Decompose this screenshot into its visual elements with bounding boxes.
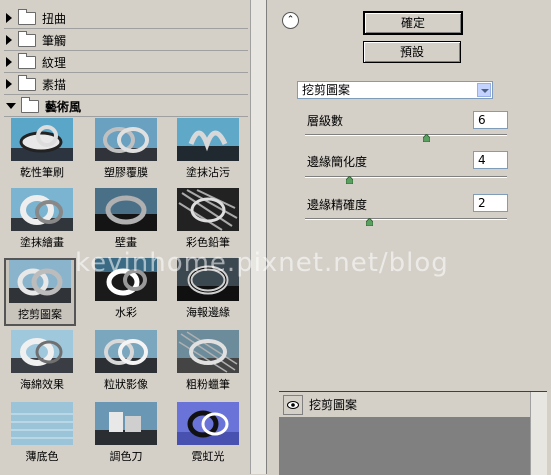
filter-thumbnail — [177, 118, 239, 161]
folder-icon — [18, 52, 36, 69]
collapse-gallery-button[interactable]: ⌃ — [282, 12, 299, 29]
param-label-levels: 層級數 — [307, 114, 344, 128]
filter-label: 薄底色 — [25, 450, 59, 463]
category-distort[interactable]: 扭曲 — [4, 8, 248, 29]
filter-neon-glow[interactable]: 霓虹光 — [172, 402, 244, 470]
filter-label: 塗抹沾污 — [186, 166, 230, 179]
expand-arrow-icon[interactable] — [6, 13, 12, 23]
filter-thumbnail — [177, 188, 239, 231]
param-label-edge-simplicity: 邊緣簡化度 — [307, 155, 368, 169]
filter-thumbnail — [95, 402, 157, 445]
edge-fidelity-field[interactable]: 2 — [473, 194, 508, 212]
param-label-edge-fidelity: 邊緣精確度 — [307, 198, 368, 212]
filter-label: 海報邊緣 — [186, 306, 230, 319]
effect-layer-row[interactable]: 挖剪圖案 — [279, 392, 531, 418]
filter-palette-knife[interactable]: 調色刀 — [90, 402, 162, 470]
filter-sponge[interactable]: 海綿效果 — [6, 330, 78, 398]
reset-button[interactable]: 預設 — [363, 41, 461, 63]
filter-gallery-panel: 扭曲 筆觸 紋理 素描 藝術風 乾性筆刷 塑膠覆膜 塗抹沾污 塗抹繪畫 壁畫 彩… — [0, 0, 267, 474]
category-brush-strokes[interactable]: 筆觸 — [4, 30, 248, 51]
filter-dry-brush[interactable]: 乾性筆刷 — [6, 118, 78, 186]
ok-button[interactable]: 確定 — [363, 11, 463, 35]
filter-label: 調色刀 — [109, 450, 143, 463]
filter-label: 霓虹光 — [191, 450, 225, 463]
edge-fidelity-slider-handle[interactable] — [366, 218, 374, 226]
category-texture[interactable]: 紋理 — [4, 52, 248, 73]
filter-thumbnail — [95, 118, 157, 161]
filter-thumbnail — [9, 260, 71, 303]
expand-arrow-icon[interactable] — [6, 35, 12, 45]
filter-colored-pencil[interactable]: 彩色鉛筆 — [172, 188, 244, 256]
filter-underpainting[interactable]: 薄底色 — [6, 402, 78, 470]
filter-label: 水彩 — [115, 306, 137, 319]
filter-thumbnail — [95, 330, 157, 373]
filter-label: 海綿效果 — [20, 378, 64, 391]
effect-layers-panel: 挖剪圖案 — [279, 391, 547, 475]
watermark: kevinhome.pixnet.net/blog — [75, 248, 449, 278]
category-label: 扭曲 — [42, 11, 67, 26]
filter-thumbnail — [11, 188, 73, 231]
category-sketch[interactable]: 素描 — [4, 74, 248, 95]
filter-thumbnail — [11, 118, 73, 161]
settings-panel: ⌃ 確定 預設 挖剪圖案 層級數 6 邊緣簡化度 4 邊緣精確度 2 挖剪圖案 — [267, 0, 551, 475]
folder-icon — [18, 8, 36, 25]
filter-label: 塗抹繪畫 — [20, 236, 64, 249]
chevron-down-icon[interactable] — [477, 83, 491, 97]
filter-smudge-stick[interactable]: 塗抹沾污 — [172, 118, 244, 186]
filter-select-value: 挖剪圖案 — [302, 83, 351, 97]
filter-thumbnail — [177, 402, 239, 445]
effect-layer-label: 挖剪圖案 — [309, 398, 358, 412]
levels-field[interactable]: 6 — [473, 111, 508, 129]
eye-icon[interactable] — [283, 394, 303, 415]
filter-label: 粗粉蠟筆 — [186, 378, 230, 391]
category-label: 紋理 — [42, 55, 67, 70]
filter-cutout[interactable]: 挖剪圖案 — [4, 258, 76, 326]
edge-simplicity-slider-track[interactable] — [305, 176, 507, 178]
gallery-scrollbar[interactable] — [250, 0, 266, 474]
filter-thumbnail — [95, 188, 157, 231]
expand-arrow-icon[interactable] — [6, 79, 12, 89]
filter-paint-daubs[interactable]: 塗抹繪畫 — [6, 188, 78, 256]
filter-thumbnail — [11, 402, 73, 445]
category-label: 藝術風 — [45, 99, 82, 114]
edge-simplicity-slider-handle[interactable] — [345, 176, 353, 184]
filter-label: 乾性筆刷 — [20, 166, 64, 179]
folder-open-icon — [21, 96, 39, 113]
filter-fresco[interactable]: 壁畫 — [90, 188, 162, 256]
category-label: 素描 — [42, 77, 67, 92]
levels-slider-track[interactable] — [305, 134, 507, 136]
filter-label: 挖剪圖案 — [18, 308, 62, 321]
filter-label: 塑膠覆膜 — [104, 166, 148, 179]
folder-icon — [18, 74, 36, 91]
levels-slider-handle[interactable] — [422, 134, 430, 142]
edge-simplicity-field[interactable]: 4 — [473, 151, 508, 169]
category-label: 筆觸 — [42, 33, 67, 48]
filter-rough-pastels[interactable]: 粗粉蠟筆 — [172, 330, 244, 398]
filter-thumbnail — [11, 330, 73, 373]
expand-arrow-icon[interactable] — [6, 57, 12, 67]
filter-select[interactable]: 挖剪圖案 — [297, 81, 493, 99]
filter-label: 粒狀影像 — [104, 378, 148, 391]
collapse-arrow-icon[interactable] — [6, 103, 16, 109]
folder-icon — [18, 30, 36, 47]
filter-film-grain[interactable]: 粒狀影像 — [90, 330, 162, 398]
filter-thumbnail — [177, 330, 239, 373]
filter-plastic-wrap[interactable]: 塑膠覆膜 — [90, 118, 162, 186]
category-artistic[interactable]: 藝術風 — [4, 96, 248, 117]
layers-scrollbar[interactable] — [530, 392, 547, 475]
edge-fidelity-slider-track[interactable] — [305, 218, 507, 220]
